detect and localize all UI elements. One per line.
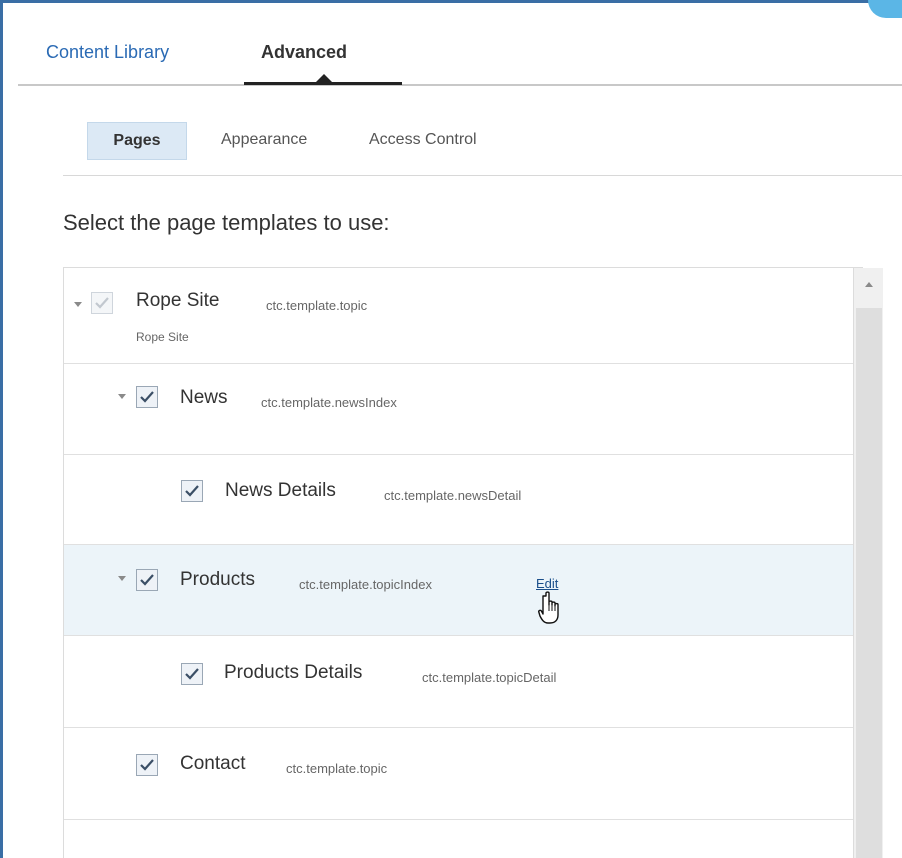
subtab-appearance[interactable]: Appearance [221,131,307,149]
tree-row-contact: Contact ctc.template.topic [64,728,853,820]
tree-row-empty [64,820,853,858]
tab-advanced[interactable]: Advanced [261,42,347,63]
tree-row-products: Products ctc.template.topicIndex Edit [64,545,853,636]
checkbox-products-details[interactable] [181,663,203,685]
checkbox-contact[interactable] [136,754,158,776]
section-heading: Select the page templates to use: [63,210,390,235]
checkbox-news[interactable] [136,386,158,408]
tree-item-template: ctc.template.topicIndex [299,577,432,592]
tree-item-subtitle: Rope Site [136,330,189,344]
tree-item-template: ctc.template.newsDetail [384,488,522,503]
tab-content-library[interactable]: Content Library [46,42,169,63]
check-icon [140,759,154,771]
tree-item-name: Products Details [224,662,363,683]
tree-item-name: Products [180,569,255,590]
tree-item-name: News [180,387,228,408]
check-icon [140,574,154,586]
tree-item-template: ctc.template.newsIndex [261,395,397,410]
tree-row-products-details: Products Details ctc.template.topicDetai… [64,636,853,728]
chevron-up-icon[interactable] [865,282,873,287]
hand-pointer-icon [538,591,559,624]
caret-down-icon[interactable] [74,302,82,307]
tree-scrollbar[interactable] [853,268,883,858]
tree-item-name: News Details [225,480,336,501]
tree-row-news: News ctc.template.newsIndex [64,364,853,455]
check-icon [95,297,109,309]
subtab-access-control[interactable]: Access Control [369,131,477,149]
scrollbar-thumb[interactable] [856,308,882,858]
edit-link[interactable]: Edit [536,576,558,591]
check-icon [185,668,199,680]
tree-item-template: ctc.template.topic [266,298,368,313]
tree-row-news-details: News Details ctc.template.newsDetail [64,455,853,545]
tree-item-template: ctc.template.topic [286,761,388,776]
tree-item-name: Contact [180,753,246,774]
tree-row-rope-site: Rope Site ctc.template.topic Rope Site [64,268,853,364]
caret-down-icon[interactable] [118,394,126,399]
check-icon [140,391,154,403]
main-tab-bar: Content Library Advanced [18,0,902,86]
checkbox-news-details[interactable] [181,480,203,502]
sub-tab-bar: Pages Appearance Access Control [63,110,902,176]
window-frame-left [0,0,14,858]
check-icon [185,485,199,497]
subtab-pages-label: Pages [113,132,161,149]
checkbox-products[interactable] [136,569,158,591]
caret-down-icon[interactable] [118,576,126,581]
active-tab-caret-icon [315,74,333,83]
subtab-pages[interactable]: Pages [87,122,187,160]
tree-item-template: ctc.template.topicDetail [422,670,557,685]
tree-item-name: Rope Site [136,290,220,311]
checkbox-rope-site[interactable] [91,292,113,314]
